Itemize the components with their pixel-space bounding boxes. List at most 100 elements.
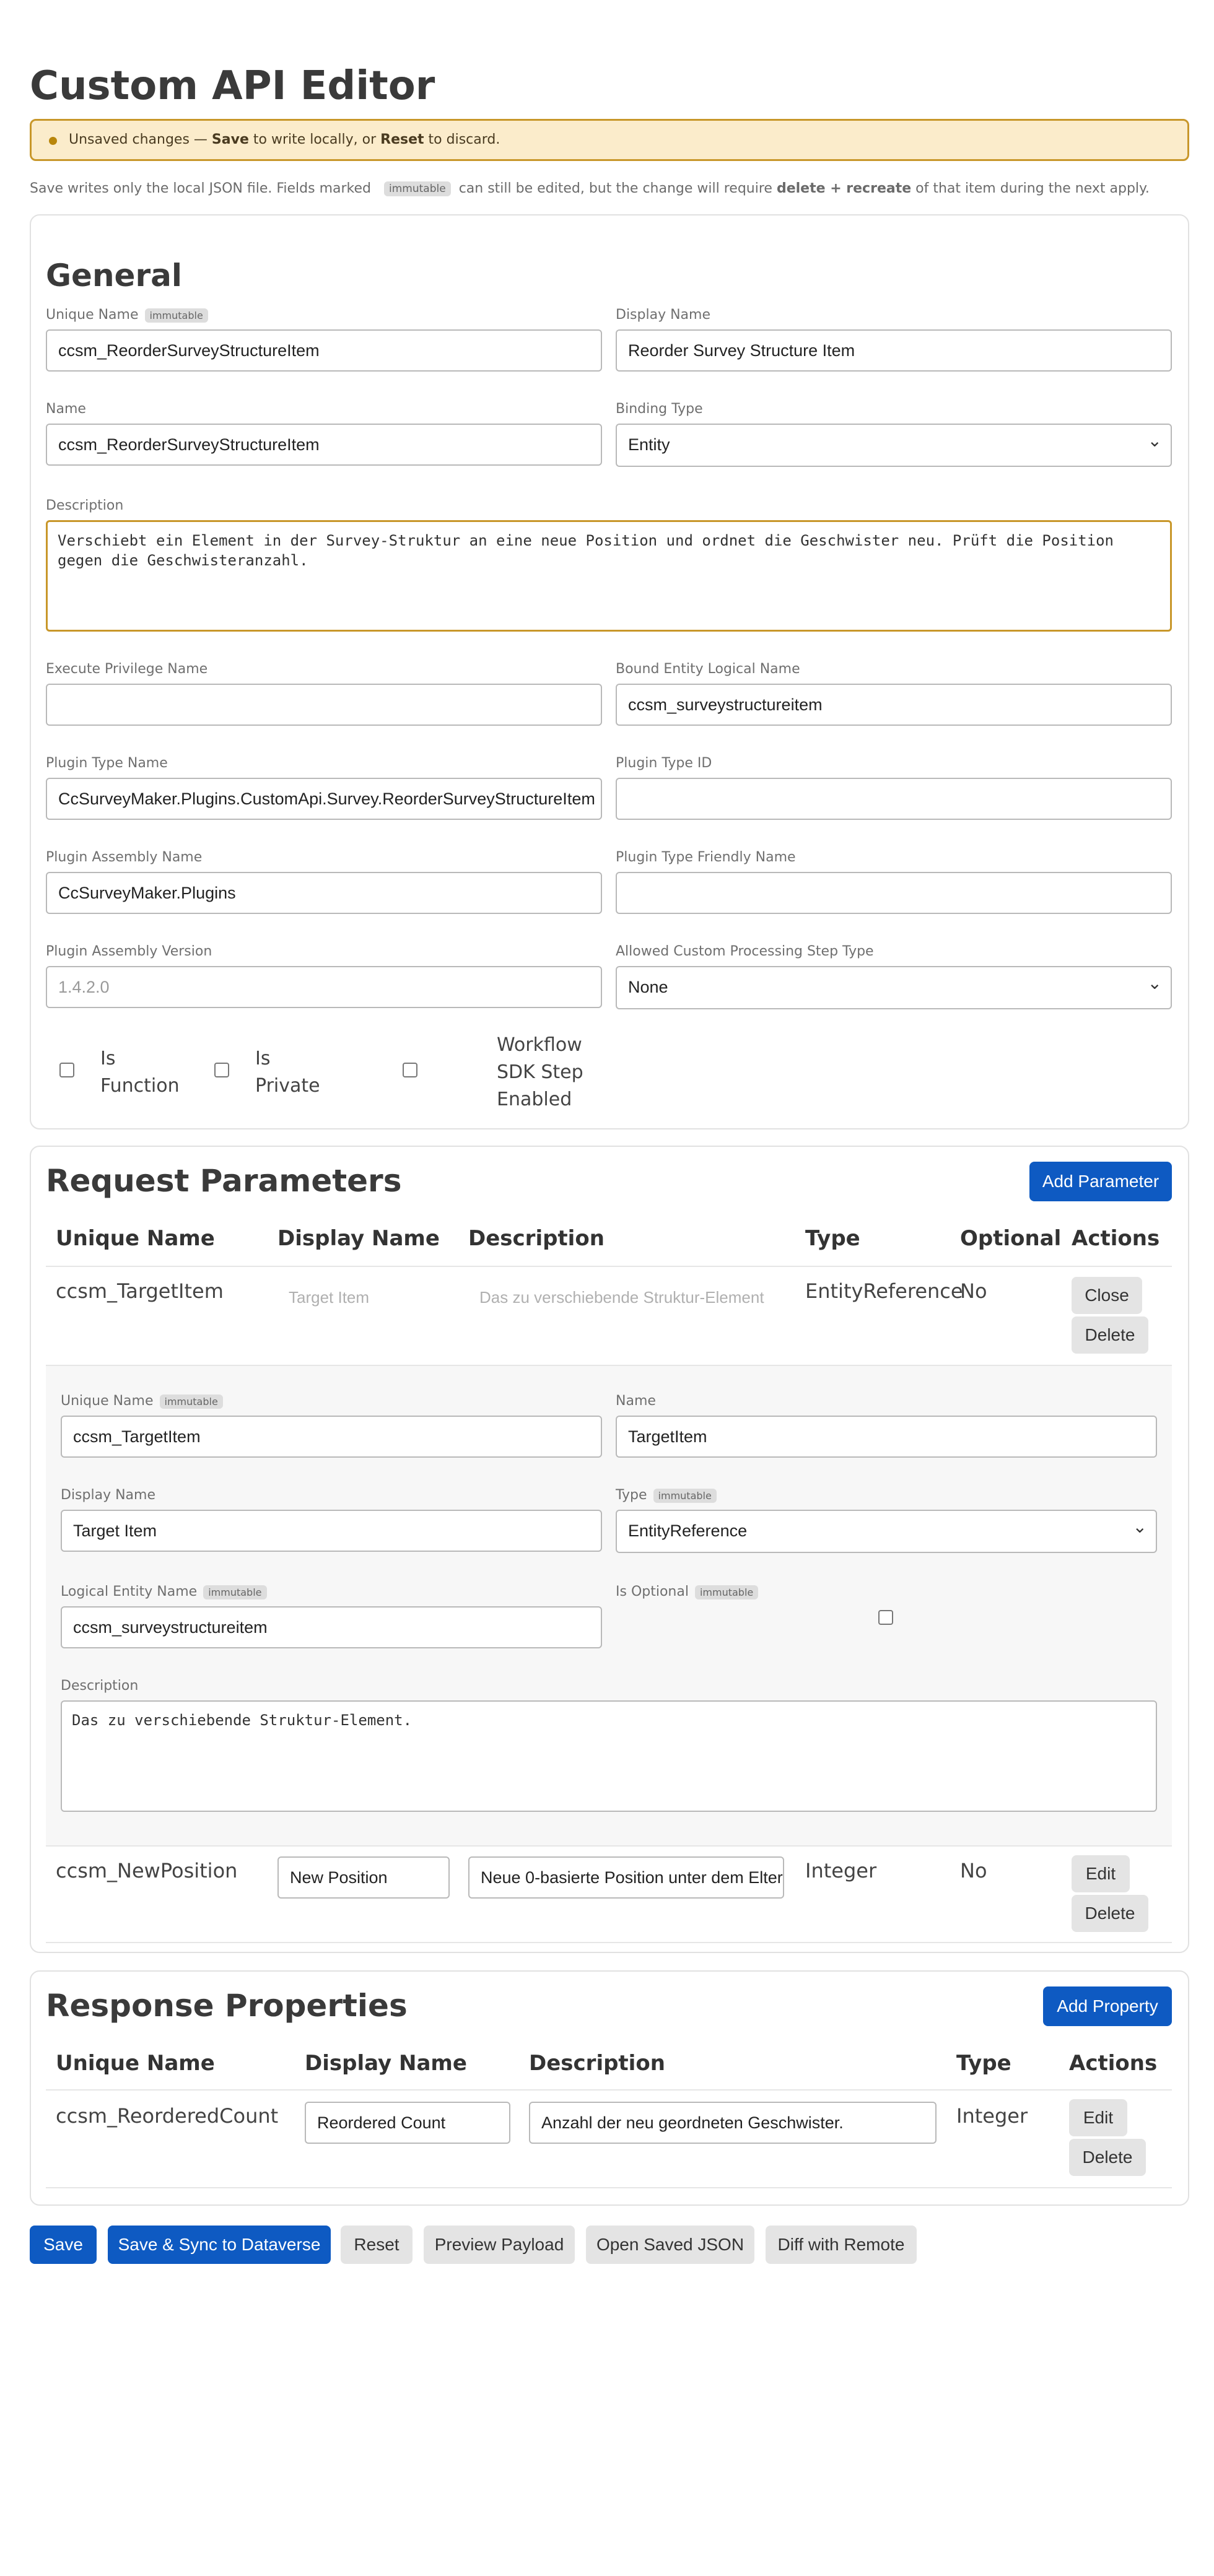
detail-unique-name-input[interactable]: ccsm_TargetItem bbox=[61, 1416, 602, 1458]
description-textarea[interactable]: Verschiebt ein Element in der Survey-Str… bbox=[46, 520, 1172, 632]
param-detail-panel: Unique Name immutable ccsm_TargetItem Nam… bbox=[46, 1366, 1172, 1845]
general-heading: General bbox=[46, 258, 182, 294]
delete-property-button[interactable]: Delete bbox=[1069, 2139, 1146, 2176]
workflow-sdk-checkbox[interactable] bbox=[403, 1063, 417, 1077]
plugin-type-friendly-input[interactable] bbox=[616, 872, 1172, 914]
add-property-button[interactable]: Add Property bbox=[1043, 1986, 1172, 2026]
save-sync-button[interactable]: Save & Sync to Dataverse bbox=[108, 2226, 331, 2264]
property-description-input[interactable]: Anzahl der neu geordneten Geschwister. bbox=[529, 2102, 937, 2144]
detail-display-name-label: Display Name bbox=[61, 1487, 155, 1503]
name-label: Name bbox=[46, 401, 86, 417]
response-properties-heading: Response Properties bbox=[46, 1988, 408, 2024]
detail-logical-entity-label: Logical Entity Name immutable bbox=[61, 1584, 267, 1599]
banner-text: Unsaved changes — Save to write locally,… bbox=[69, 132, 500, 147]
detail-type-label: Type immutable bbox=[616, 1487, 717, 1503]
display-name-input[interactable]: Reorder Survey Structure Item bbox=[616, 329, 1172, 372]
col-display-name: Display Name bbox=[305, 2051, 467, 2076]
param-unique-name: ccsm_NewPosition bbox=[56, 1859, 238, 1882]
plugin-type-friendly-label: Plugin Type Friendly Name bbox=[616, 850, 796, 865]
plugin-type-name-input[interactable]: CcSurveyMaker.Plugins.CustomApi.Survey.R… bbox=[46, 778, 602, 820]
col-type: Type bbox=[956, 2051, 1011, 2076]
param-description-input[interactable]: Neue 0-basierte Position unter dem Elter… bbox=[468, 1856, 784, 1899]
detail-description-label: Description bbox=[61, 1678, 139, 1694]
bound-entity-input[interactable]: ccsm_surveystructureitem bbox=[616, 684, 1172, 726]
col-unique-name: Unique Name bbox=[56, 2051, 215, 2076]
row-divider bbox=[46, 2187, 1172, 2188]
col-description: Description bbox=[468, 1226, 605, 1251]
detail-name-label: Name bbox=[616, 1393, 656, 1409]
param-type: EntityReference bbox=[805, 1279, 963, 1303]
response-properties-card: Response Properties Add Property Unique … bbox=[30, 1970, 1189, 2206]
immutable-badge: immutable bbox=[384, 181, 451, 196]
detail-name-input[interactable]: TargetItem bbox=[616, 1416, 1157, 1458]
col-actions: Actions bbox=[1069, 2051, 1158, 2076]
save-button[interactable]: Save bbox=[30, 2226, 97, 2264]
property-display-name-input[interactable]: Reordered Count bbox=[305, 2102, 510, 2144]
detail-is-optional-checkbox[interactable] bbox=[878, 1610, 893, 1625]
close-param-button[interactable]: Close bbox=[1072, 1277, 1142, 1314]
edit-property-button[interactable]: Edit bbox=[1069, 2099, 1127, 2136]
unique-name-label: Unique Name immutable bbox=[46, 307, 208, 323]
param-display-name: Target Item bbox=[289, 1288, 370, 1307]
row-divider bbox=[46, 1845, 1172, 1847]
request-parameters-card: Request Parameters Add Parameter Unique … bbox=[30, 1146, 1189, 1953]
plugin-assembly-name-label: Plugin Assembly Name bbox=[46, 850, 203, 865]
plugin-type-id-input[interactable] bbox=[616, 778, 1172, 820]
detail-display-name-input[interactable]: Target Item bbox=[61, 1510, 602, 1552]
param-display-name-input[interactable]: New Position bbox=[277, 1856, 450, 1899]
plugin-assembly-name-input[interactable]: CcSurveyMaker.Plugins bbox=[46, 872, 602, 914]
plugin-assembly-version-label: Plugin Assembly Version bbox=[46, 944, 212, 959]
param-description: Das zu verschiebende Struktur-Element bbox=[479, 1288, 764, 1307]
immutable-badge: immutable bbox=[694, 1585, 759, 1599]
col-display-name: Display Name bbox=[277, 1226, 440, 1251]
detail-type-select[interactable]: EntityReference bbox=[616, 1510, 1157, 1553]
is-private-checkbox[interactable] bbox=[214, 1063, 229, 1077]
col-unique-name: Unique Name bbox=[56, 1226, 215, 1251]
header-divider bbox=[46, 2089, 1172, 2091]
header-divider bbox=[46, 1266, 1172, 1267]
diff-with-remote-button[interactable]: Diff with Remote bbox=[766, 2226, 917, 2264]
request-parameters-heading: Request Parameters bbox=[46, 1163, 402, 1199]
col-description: Description bbox=[529, 2051, 665, 2076]
param-optional: No bbox=[960, 1859, 987, 1882]
immutable-badge: immutable bbox=[144, 308, 208, 323]
execute-privilege-input[interactable] bbox=[46, 684, 602, 726]
is-function-label: Is Function bbox=[100, 1048, 180, 1097]
description-label: Description bbox=[46, 498, 124, 513]
plugin-type-name-label: Plugin Type Name bbox=[46, 755, 168, 771]
help-text: Save writes only the local JSON file. Fi… bbox=[30, 181, 1150, 196]
binding-type-select[interactable]: Entity bbox=[616, 424, 1172, 467]
bound-entity-label: Bound Entity Logical Name bbox=[616, 661, 800, 677]
display-name-label: Display Name bbox=[616, 307, 710, 323]
open-saved-json-button[interactable]: Open Saved JSON bbox=[586, 2226, 754, 2264]
warning-dot-icon bbox=[49, 137, 57, 145]
binding-type-label: Binding Type bbox=[616, 401, 703, 417]
general-card: General Unique Name immutable ccsm_Reorde… bbox=[30, 214, 1189, 1129]
col-actions: Actions bbox=[1072, 1226, 1160, 1251]
immutable-badge: immutable bbox=[159, 1394, 223, 1409]
detail-logical-entity-input[interactable]: ccsm_surveystructureitem bbox=[61, 1606, 602, 1648]
edit-param-button[interactable]: Edit bbox=[1072, 1855, 1130, 1892]
property-unique-name: ccsm_ReorderedCount bbox=[56, 2104, 279, 2128]
param-optional: No bbox=[960, 1279, 987, 1303]
detail-description-textarea[interactable]: Das zu verschiebende Struktur-Element. bbox=[61, 1700, 1157, 1812]
add-parameter-button[interactable]: Add Parameter bbox=[1029, 1162, 1172, 1201]
detail-is-optional-label: Is Optional immutable bbox=[616, 1584, 759, 1599]
delete-param-button[interactable]: Delete bbox=[1072, 1895, 1148, 1932]
workflow-sdk-label: Workflow SDK Step Enabled bbox=[497, 1034, 583, 1110]
allowed-step-type-select[interactable]: None bbox=[616, 966, 1172, 1009]
immutable-badge: immutable bbox=[203, 1585, 267, 1599]
is-function-checkbox[interactable] bbox=[59, 1063, 74, 1077]
name-input[interactable]: ccsm_ReorderSurveyStructureItem bbox=[46, 424, 602, 466]
immutable-badge: immutable bbox=[653, 1488, 717, 1503]
param-type: Integer bbox=[805, 1859, 877, 1882]
preview-payload-button[interactable]: Preview Payload bbox=[424, 2226, 575, 2264]
plugin-type-id-label: Plugin Type ID bbox=[616, 755, 712, 771]
detail-unique-name-label: Unique Name immutable bbox=[61, 1393, 223, 1409]
delete-param-button[interactable]: Delete bbox=[1072, 1316, 1148, 1354]
row-divider bbox=[46, 1942, 1172, 1943]
reset-button[interactable]: Reset bbox=[341, 2226, 413, 2264]
is-private-label: Is Private bbox=[255, 1048, 320, 1097]
unique-name-input[interactable]: ccsm_ReorderSurveyStructureItem bbox=[46, 329, 602, 372]
plugin-assembly-version-input[interactable]: 1.4.2.0 bbox=[46, 966, 602, 1008]
